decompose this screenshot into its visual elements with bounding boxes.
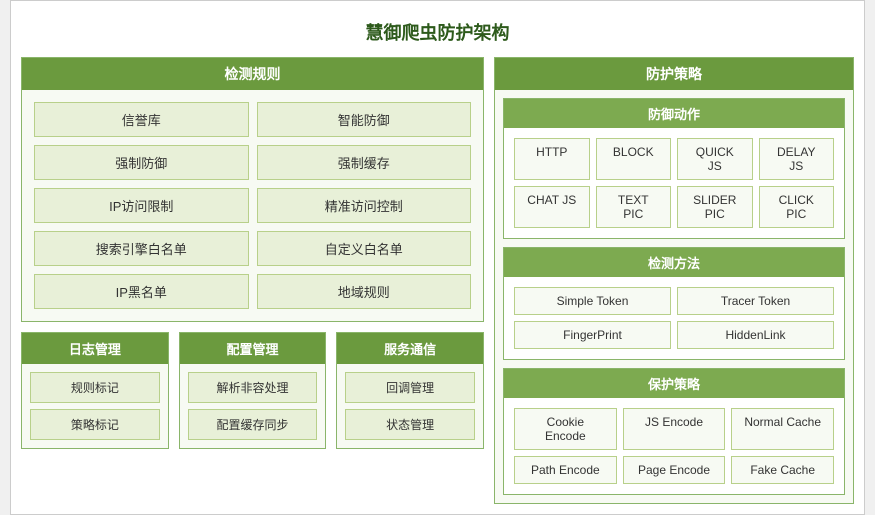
rule-item: IP黑名单 [34,274,249,309]
config-management-section: 配置管理 解析非容处理 配置缓存同步 [179,332,327,449]
config-management-header: 配置管理 [180,333,326,364]
detect-rules-body: 信誉库 智能防御 强制防御 强制缓存 IP访问限制 精准访问控制 搜索引擎白名单… [22,90,483,321]
service-status: 状态管理 [345,409,475,440]
log-management-items: 规则标记 策略标记 [22,364,168,448]
rule-item: IP访问限制 [34,188,249,223]
action-delay-js: DELAY JS [759,138,835,180]
action-block: BLOCK [596,138,672,180]
protect-normal-cache: Normal Cache [731,408,834,450]
rule-item: 搜索引擎白名单 [34,231,249,266]
bottom-left: 日志管理 规则标记 策略标记 配置管理 解析非容处理 配置缓存同步 服务通信 [21,332,484,449]
protect-js-encode: JS Encode [623,408,726,450]
main-container: 慧御爬虫防护架构 检测规则 信誉库 智能防御 强制防御 强制缓存 IP访问限制 … [10,0,865,515]
config-cache-sync: 配置缓存同步 [188,409,318,440]
service-comm-items: 回调管理 状态管理 [337,364,483,448]
action-row-2: CHAT JS TEXT PIC SLIDER PIC CLICK PIC [514,186,834,228]
protect-policy-body: Cookie Encode JS Encode Normal Cache Pat… [504,398,844,494]
service-comm-header: 服务通信 [337,333,483,364]
log-management-header: 日志管理 [22,333,168,364]
content-area: 检测规则 信誉库 智能防御 强制防御 强制缓存 IP访问限制 精准访问控制 搜索… [21,57,854,504]
method-fingerprint: FingerPrint [514,321,671,349]
protect-policy-header: 保护策略 [504,369,844,398]
detect-rules-section: 检测规则 信誉库 智能防御 强制防御 强制缓存 IP访问限制 精准访问控制 搜索… [21,57,484,322]
left-panel: 检测规则 信誉库 智能防御 强制防御 强制缓存 IP访问限制 精准访问控制 搜索… [21,57,484,504]
protect-row-2: Path Encode Page Encode Fake Cache [514,456,834,484]
method-row-2: FingerPrint HiddenLink [514,321,834,349]
protect-policy-box: 保护策略 Cookie Encode JS Encode Normal Cach… [503,368,845,495]
action-slider-pic: SLIDER PIC [677,186,753,228]
rule-item: 精准访问控制 [257,188,472,223]
method-tracer-token: Tracer Token [677,287,834,315]
protect-row-1: Cookie Encode JS Encode Normal Cache [514,408,834,450]
config-management-items: 解析非容处理 配置缓存同步 [180,364,326,448]
method-simple-token: Simple Token [514,287,671,315]
rule-item: 强制防御 [34,145,249,180]
rule-item: 智能防御 [257,102,472,137]
action-quick-js: QUICK JS [677,138,753,180]
method-row-1: Simple Token Tracer Token [514,287,834,315]
defense-policy-section: 防护策略 防御动作 HTTP BLOCK QUICK JS DELAY JS C… [494,57,854,504]
action-row-1: HTTP BLOCK QUICK JS DELAY JS [514,138,834,180]
protect-fake-cache: Fake Cache [731,456,834,484]
defense-policy-header: 防护策略 [495,58,853,90]
protect-page-encode: Page Encode [623,456,726,484]
action-click-pic: CLICK PIC [759,186,835,228]
defense-actions-header: 防御动作 [504,99,844,128]
protect-cookie-encode: Cookie Encode [514,408,617,450]
detect-rules-header: 检测规则 [22,58,483,90]
rule-item: 信誉库 [34,102,249,137]
rule-item: 强制缓存 [257,145,472,180]
log-rule-mark: 规则标记 [30,372,160,403]
rule-item: 地域规则 [257,274,472,309]
defense-actions-body: HTTP BLOCK QUICK JS DELAY JS CHAT JS TEX… [504,128,844,238]
action-http: HTTP [514,138,590,180]
action-chat-js: CHAT JS [514,186,590,228]
detect-methods-body: Simple Token Tracer Token FingerPrint Hi… [504,277,844,359]
detect-methods-box: 检测方法 Simple Token Tracer Token FingerPri… [503,247,845,360]
right-panel: 防护策略 防御动作 HTTP BLOCK QUICK JS DELAY JS C… [494,57,854,504]
log-management-section: 日志管理 规则标记 策略标记 [21,332,169,449]
page-title: 慧御爬虫防护架构 [21,11,854,57]
method-hiddenlink: HiddenLink [677,321,834,349]
log-policy-mark: 策略标记 [30,409,160,440]
rule-item: 自定义白名单 [257,231,472,266]
detect-methods-header: 检测方法 [504,248,844,277]
protect-path-encode: Path Encode [514,456,617,484]
service-callback: 回调管理 [345,372,475,403]
service-comm-section: 服务通信 回调管理 状态管理 [336,332,484,449]
config-parse-handle: 解析非容处理 [188,372,318,403]
action-text-pic: TEXT PIC [596,186,672,228]
defense-actions-box: 防御动作 HTTP BLOCK QUICK JS DELAY JS CHAT J… [503,98,845,239]
